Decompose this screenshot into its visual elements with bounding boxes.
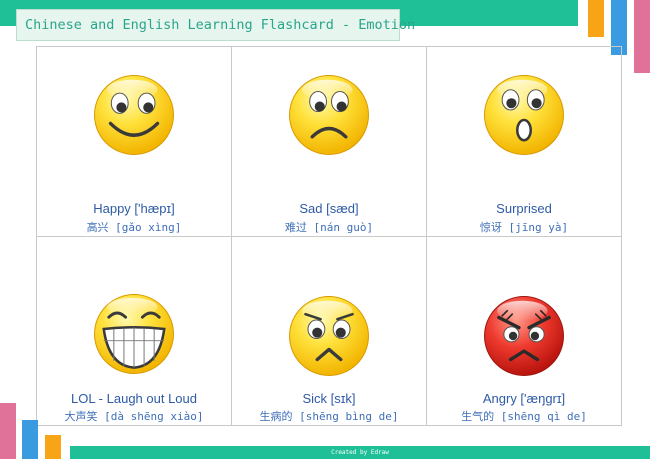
footer-bar: Created by Edraw [70, 446, 650, 459]
angry-face-icon [484, 296, 564, 376]
flashcard-sad: Sad [sæd] 难过 [nán guò] [232, 47, 427, 237]
chinese-word: 大声笑 [dà shēng xiào] [64, 410, 204, 423]
flashcard-lol: LOL - Laugh out Loud 大声笑 [dà shēng xiào] [37, 237, 232, 426]
chinese-word: 生病的 [shēng bìng de] [259, 410, 399, 423]
decor-stripe-orange [45, 435, 61, 459]
flashcard-grid: Happy ['hæpɪ] 高兴 [gǎo xìng] Sad [sæd] 难过… [36, 46, 622, 426]
laughing-face-icon [94, 294, 174, 374]
decor-stripe-pink [634, 0, 650, 73]
english-word: Surprised [496, 201, 552, 216]
chinese-word: 难过 [nán guò] [284, 221, 374, 234]
footer-credit: Created by Edraw [331, 449, 389, 456]
english-word: Angry ['æŋgrɪ] [482, 391, 566, 406]
english-word: Sick [sɪk] [302, 391, 356, 406]
sad-face-icon [289, 75, 369, 155]
english-word: Sad [sæd] [299, 201, 359, 216]
decor-stripe-orange [588, 0, 604, 37]
flashcard-surprised: Surprised 惊讶 [jīng yà] [427, 47, 622, 237]
decor-stripe-pink [0, 403, 16, 459]
chinese-word: 高兴 [gǎo xìng] [86, 221, 182, 234]
happy-face-icon [94, 75, 174, 155]
sick-face-icon [289, 296, 369, 376]
english-word: LOL - Laugh out Loud [70, 391, 197, 406]
flashcard-sick: Sick [sɪk] 生病的 [shēng bìng de] [232, 237, 427, 426]
decor-stripe-blue [22, 420, 38, 459]
surprised-face-icon [484, 75, 564, 155]
flashcard-angry: Angry ['æŋgrɪ] 生气的 [shēng qì de] [427, 237, 622, 426]
chinese-word: 生气的 [shēng qì de] [461, 410, 587, 423]
chinese-word: 惊讶 [jīng yà] [479, 221, 569, 234]
page-title: Chinese and English Learning Flashcard -… [16, 9, 415, 41]
english-word: Happy ['hæpɪ] [93, 201, 175, 216]
flashcard-happy: Happy ['hæpɪ] 高兴 [gǎo xìng] [37, 47, 232, 237]
